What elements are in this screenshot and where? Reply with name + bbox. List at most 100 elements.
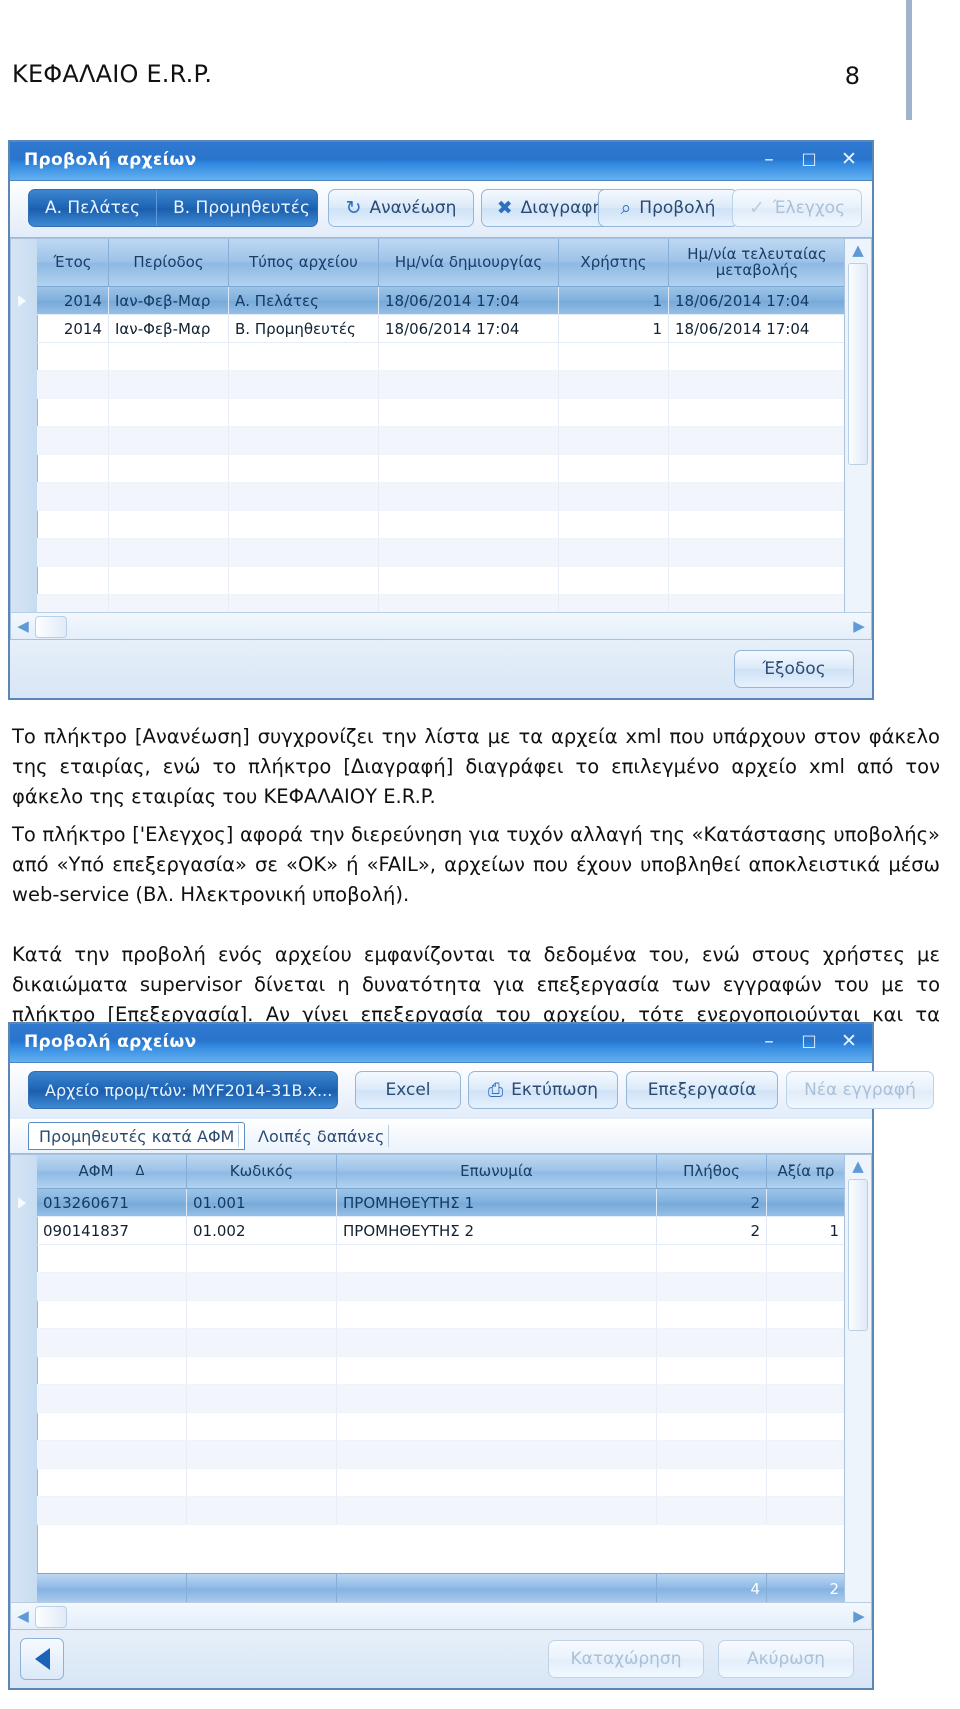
empty-row [37, 343, 845, 371]
segment-customers[interactable]: Α. Πελάτες [29, 190, 156, 226]
tab-suppliers-by-afm[interactable]: Προμηθευτές κατά ΑΦΜ [28, 1122, 246, 1150]
scroll-up-icon[interactable]: ▲ [848, 241, 868, 259]
dialog-footer-bottom: Καταχώρηση Ακύρωση [10, 1629, 872, 1688]
scroll-left-icon[interactable]: ◀ [14, 616, 32, 636]
vertical-scrollbar-bottom[interactable]: ▲ ▼ [844, 1155, 871, 1629]
new-record-label: Νέα εγγραφή [804, 1080, 916, 1100]
column-header-afm-label: ΑΦΜ [78, 1161, 114, 1180]
exit-button[interactable]: Έξοδος [734, 650, 854, 688]
maximize-icon[interactable]: □ [796, 146, 822, 172]
segment-suppliers[interactable]: Β. Προμηθευτές [156, 190, 317, 226]
maximize-icon[interactable]: □ [796, 1028, 822, 1054]
page-margin-rule [906, 0, 912, 120]
sort-ascending-icon: Δ [135, 1163, 145, 1179]
empty-row [37, 427, 845, 455]
scroll-up-icon[interactable]: ▲ [848, 1157, 868, 1175]
table-row[interactable]: 090141837 01.002 ΠΡΟΜΗΘΕΥΤΗΣ 2 2 1 [37, 1217, 845, 1245]
column-header-file-type[interactable]: Τύπος αρχείου [229, 239, 379, 286]
column-header-user[interactable]: Χρήστης [559, 239, 669, 286]
horizontal-scroll-thumb[interactable] [35, 1606, 67, 1628]
cancel-button[interactable]: Ακύρωση [718, 1640, 854, 1678]
vertical-scroll-thumb[interactable] [848, 1179, 868, 1331]
segmented-control-file-type[interactable]: Α. Πελάτες Β. Προμηθευτές [28, 189, 318, 227]
horizontal-scrollbar-bottom[interactable]: ◀ ▶ [11, 1602, 871, 1629]
column-header-count[interactable]: Πλήθος [657, 1155, 767, 1188]
table-row[interactable]: 2014 Ιαν-Φεβ-Μαρ Α. Πελάτες 18/06/2014 1… [37, 287, 845, 315]
cell-count: 2 [657, 1217, 767, 1244]
empty-row [37, 1413, 845, 1441]
column-header-year[interactable]: Έτος [37, 239, 109, 286]
column-header-created-date[interactable]: Ημ/νία δημιουργίας [379, 239, 559, 286]
cell-user: 1 [559, 287, 669, 314]
printer-icon: ⎙ [487, 1079, 504, 1101]
table-row[interactable]: 2014 Ιαν-Φεβ-Μαρ Β. Προμηθευτές 18/06/20… [37, 315, 845, 343]
empty-row [37, 1469, 845, 1497]
excel-button[interactable]: Excel [355, 1071, 461, 1109]
cell-created-date: 18/06/2014 17:04 [379, 287, 559, 314]
tabs-bar: Προμηθευτές κατά ΑΦΜ Λοιπές δαπάνες [10, 1119, 872, 1154]
cell-modified-date: 18/06/2014 17:04 [675, 319, 810, 338]
column-header-code[interactable]: Κωδικός [187, 1155, 337, 1188]
file-chip[interactable]: Αρχείο προμ/τών: MYF2014-31B.x... [28, 1071, 338, 1109]
suppliers-grid: ΑΦΜ Δ Κωδικός Επωνυμία Πλήθος Αξία πρ 01… [10, 1153, 872, 1630]
empty-row [37, 1273, 845, 1301]
empty-row [37, 1497, 845, 1525]
minimize-icon[interactable]: – [756, 146, 782, 172]
column-header-value[interactable]: Αξία πρ [767, 1155, 845, 1188]
check-label: Έλεγχος [772, 198, 846, 218]
cell-file-type: Α. Πελάτες [229, 287, 379, 314]
print-label: Εκτύπωση [511, 1080, 599, 1100]
totals-row: 4 2 [37, 1573, 845, 1603]
window-buttons-bottom: – □ ✕ [756, 1028, 862, 1054]
vertical-scrollbar-top[interactable]: ▲ ▼ [844, 239, 871, 639]
cell-afm: 013260671 [37, 1189, 187, 1216]
empty-row [37, 483, 845, 511]
empty-row [37, 1385, 845, 1413]
cell-period: Ιαν-Φεβ-Μαρ [109, 287, 229, 314]
scroll-right-icon[interactable]: ▶ [850, 1606, 868, 1626]
cell-created-date: 18/06/2014 17:04 [379, 315, 559, 342]
vertical-scroll-thumb[interactable] [848, 263, 868, 465]
tab-other-expenses[interactable]: Λοιπές δαπάνες [248, 1122, 394, 1150]
excel-label: Excel [385, 1080, 431, 1100]
scroll-right-icon[interactable]: ▶ [850, 616, 868, 636]
column-header-period[interactable]: Περίοδος [109, 239, 229, 286]
total-code [187, 1574, 337, 1603]
minimize-icon[interactable]: – [756, 1028, 782, 1054]
delete-x-icon: ✖ [496, 197, 513, 219]
total-name [337, 1574, 657, 1603]
horizontal-scroll-thumb[interactable] [35, 616, 67, 638]
tab-divider [238, 1125, 239, 1147]
table-row[interactable]: 013260671 01.001 ΠΡΟΜΗΘΕΥΤΗΣ 1 2 [37, 1189, 845, 1217]
close-icon[interactable]: ✕ [836, 146, 862, 172]
print-button[interactable]: ⎙ Εκτύπωση [468, 1071, 618, 1109]
horizontal-scrollbar-top[interactable]: ◀ ▶ [11, 612, 871, 639]
file-view-dialog-top: Προβολή αρχείων – □ ✕ Α. Πελάτες Β. Προμ… [8, 140, 874, 700]
edit-button[interactable]: Επεξεργασία [626, 1071, 778, 1109]
close-icon[interactable]: ✕ [836, 1028, 862, 1054]
row-indicator-column [11, 1155, 38, 1629]
new-record-button[interactable]: Νέα εγγραφή [786, 1071, 934, 1109]
submit-button[interactable]: Καταχώρηση [548, 1640, 704, 1678]
column-header-afm[interactable]: ΑΦΜ Δ [37, 1155, 187, 1188]
cell-code: 01.002 [187, 1217, 337, 1244]
column-header-modified-date[interactable]: Ημ/νία τελευταίας μεταβολής [669, 239, 845, 286]
cell-code: 01.001 [187, 1189, 337, 1216]
window-buttons-top: – □ ✕ [756, 146, 862, 172]
total-count: 4 [657, 1574, 767, 1603]
cell-count: 2 [657, 1189, 767, 1216]
column-header-name[interactable]: Επωνυμία [337, 1155, 657, 1188]
view-button[interactable]: ⌕ Προβολή [598, 189, 738, 227]
back-button[interactable] [20, 1638, 64, 1680]
refresh-icon: ↻ [345, 197, 362, 219]
files-grid: Έτος Περίοδος Τύπος αρχείου Ημ/νία δημιο… [10, 237, 872, 640]
empty-row [37, 1301, 845, 1329]
page-header: ΚΕΦΑΛΑΙΟ E.R.P. 8 [0, 60, 960, 106]
refresh-button[interactable]: ↻ Ανανέωση [328, 189, 474, 227]
files-grid-frame: Έτος Περίοδος Τύπος αρχείου Ημ/νία δημιο… [10, 238, 872, 640]
empty-row [37, 1245, 845, 1273]
scroll-left-icon[interactable]: ◀ [14, 1606, 32, 1626]
empty-row [37, 455, 845, 483]
check-button[interactable]: ✓ Έλεγχος [732, 189, 862, 227]
tab-divider [388, 1125, 389, 1147]
